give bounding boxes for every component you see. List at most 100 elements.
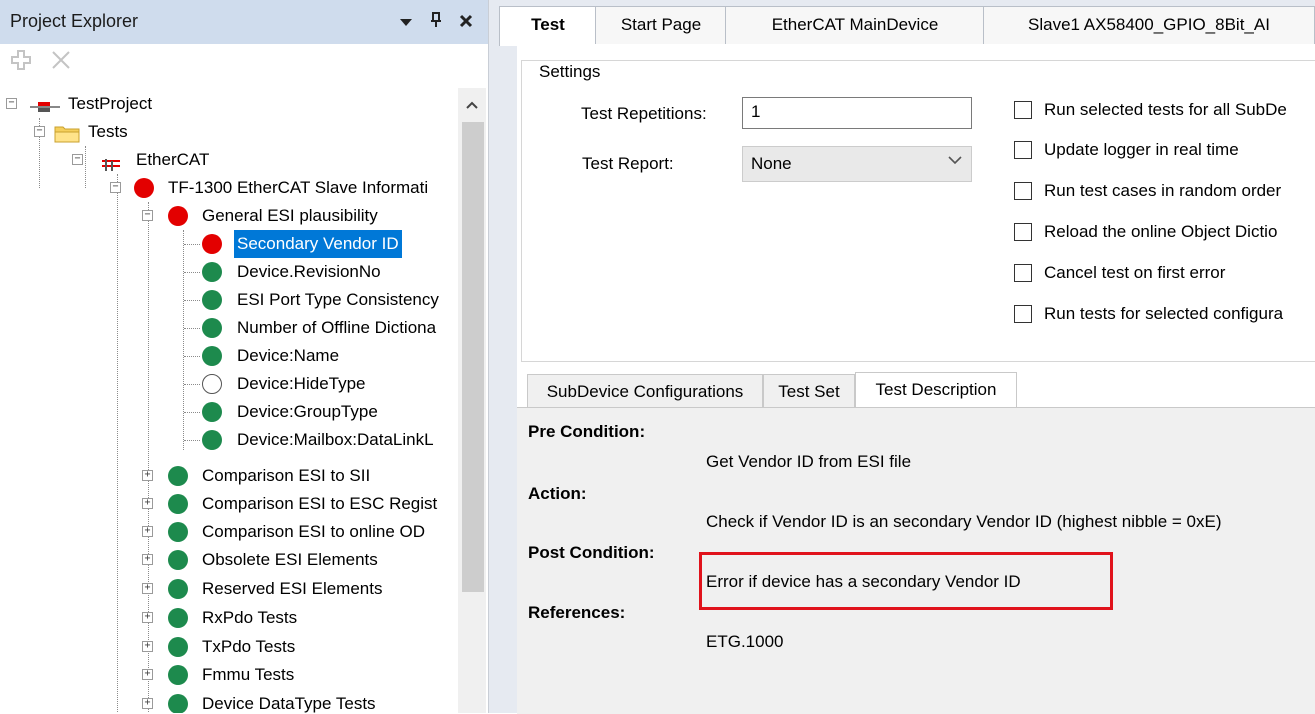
delete-icon[interactable] xyxy=(48,48,74,74)
tab-test-set[interactable]: Test Set xyxy=(763,374,855,408)
status-passed-icon xyxy=(168,522,188,542)
checkbox-update-logger[interactable] xyxy=(1014,141,1032,159)
tree-item-rxpdo[interactable]: + RxPdo Tests xyxy=(0,604,460,632)
collapse-icon[interactable]: − xyxy=(34,126,45,137)
tree-item-label: Device.RevisionNo xyxy=(237,262,381,281)
expand-icon[interactable]: + xyxy=(142,669,153,680)
tree-item-label: Device:Name xyxy=(237,346,340,365)
tree-item-esi-to-sii[interactable]: + Comparison ESI to SII xyxy=(0,462,460,490)
checkbox-label: Run selected tests for all SubDe xyxy=(1044,100,1287,119)
test-repetitions-label: Test Repetitions: xyxy=(581,104,707,123)
expand-icon[interactable]: + xyxy=(142,698,153,709)
status-passed-icon xyxy=(168,665,188,685)
tree-item-esi-to-online-od[interactable]: + Comparison ESI to online OD xyxy=(0,518,460,546)
tree-item-esi-to-esc[interactable]: + Comparison ESI to ESC Regist xyxy=(0,490,460,518)
tree-item-label: TxPdo Tests xyxy=(202,637,296,656)
add-icon[interactable] xyxy=(8,48,34,74)
tree-item-label: Reserved ESI Elements xyxy=(202,579,383,598)
expand-icon[interactable]: + xyxy=(142,612,153,623)
tab-ethercat-maindevice[interactable]: EtherCAT MainDevice xyxy=(725,6,985,44)
scroll-up-icon[interactable] xyxy=(458,92,486,118)
tree-item-testproject[interactable]: − TestProject xyxy=(0,90,460,118)
status-passed-icon xyxy=(202,346,222,366)
checkbox-run-all-subdevices[interactable] xyxy=(1014,101,1032,119)
dropdown-icon[interactable] xyxy=(394,8,418,36)
tree-item-reserved-esi[interactable]: + Reserved ESI Elements xyxy=(0,575,460,603)
checkbox-random-order[interactable] xyxy=(1014,182,1032,200)
status-passed-icon xyxy=(202,402,222,422)
expand-icon[interactable]: + xyxy=(142,641,153,652)
collapse-icon[interactable]: − xyxy=(110,182,121,193)
expand-icon[interactable]: + xyxy=(142,470,153,481)
test-repetitions-input[interactable]: 1 xyxy=(742,97,972,129)
tree-item-label: Device:GroupType xyxy=(237,402,378,421)
status-passed-icon xyxy=(202,318,222,338)
tab-slave1[interactable]: Slave1 AX58400_GPIO_8Bit_AI xyxy=(983,6,1315,44)
tree-item-label: Tests xyxy=(88,122,128,141)
highlight-box xyxy=(699,552,1113,610)
status-passed-icon xyxy=(168,494,188,514)
tree-item-label: Device DataType Tests xyxy=(202,694,376,713)
tree-item-label: Comparison ESI to ESC Regist xyxy=(202,494,438,513)
tree-item-mailbox[interactable]: Device:Mailbox:DataLinkL xyxy=(0,426,460,454)
tree-item-secondary-vendor-id[interactable]: Secondary Vendor ID xyxy=(0,230,460,258)
expand-icon[interactable]: + xyxy=(142,583,153,594)
pre-condition-text: Get Vendor ID from ESI file xyxy=(706,452,912,471)
tab-test-description[interactable]: Test Description xyxy=(855,372,1017,410)
tree-item-ethercat[interactable]: − EtherCAT xyxy=(0,146,460,174)
tree-item-device-name[interactable]: Device:Name xyxy=(0,342,460,370)
tree-item-revisionno[interactable]: Device.RevisionNo xyxy=(0,258,460,286)
tree-item-tf1300[interactable]: − TF-1300 EtherCAT Slave Informati xyxy=(0,174,460,202)
tree-item-general-esi[interactable]: − General ESI plausibility xyxy=(0,202,460,230)
tree-item-label: EtherCAT xyxy=(136,150,210,169)
checkbox-label: Update logger in real time xyxy=(1044,140,1239,159)
tree-item-label: ESI Port Type Consistency xyxy=(237,290,439,309)
tree-item-obsolete-esi[interactable]: + Obsolete ESI Elements xyxy=(0,546,460,574)
pre-condition-label: Pre Condition: xyxy=(528,422,646,441)
tree-item-grouptype[interactable]: Device:GroupType xyxy=(0,398,460,426)
tree-item-hidetype[interactable]: Device:HideType xyxy=(0,370,460,398)
post-condition-label: Post Condition: xyxy=(528,543,655,562)
tree-item-fmmu[interactable]: + Fmmu Tests xyxy=(0,661,460,689)
chevron-down-icon[interactable] xyxy=(948,152,962,168)
test-report-select[interactable]: None xyxy=(742,146,972,182)
pin-icon[interactable] xyxy=(424,8,448,36)
tree-item-label: RxPdo Tests xyxy=(202,608,298,627)
tree-item-port-type[interactable]: ESI Port Type Consistency xyxy=(0,286,460,314)
tree-item-label: Fmmu Tests xyxy=(202,665,295,684)
tab-subdevice-configurations[interactable]: SubDevice Configurations xyxy=(527,374,763,408)
checkbox-label: Cancel test on first error xyxy=(1044,263,1226,282)
tree-item-txpdo[interactable]: + TxPdo Tests xyxy=(0,633,460,661)
tree-item-tests[interactable]: − Tests xyxy=(0,118,460,146)
status-failed-icon xyxy=(134,178,154,198)
status-passed-icon xyxy=(168,694,188,713)
collapse-icon[interactable]: − xyxy=(6,98,17,109)
expand-icon[interactable]: + xyxy=(142,526,153,537)
checkbox-reload-od[interactable] xyxy=(1014,223,1032,241)
tree-item-label: TestProject xyxy=(68,94,153,113)
tab-test[interactable]: Test xyxy=(499,6,597,46)
expand-icon[interactable]: + xyxy=(142,498,153,509)
collapse-icon[interactable]: − xyxy=(142,210,153,221)
status-passed-icon xyxy=(202,262,222,282)
settings-legend: Settings xyxy=(536,62,604,82)
checkbox-label: Reload the online Object Dictio xyxy=(1044,222,1278,241)
tree-item-offline-dictionary[interactable]: Number of Offline Dictiona xyxy=(0,314,460,342)
action-text: Check if Vendor ID is an secondary Vendo… xyxy=(706,512,1222,531)
tree-item-datatype[interactable]: + Device DataType Tests xyxy=(0,690,460,713)
tree-item-label: Obsolete ESI Elements xyxy=(202,550,378,569)
collapse-icon[interactable]: − xyxy=(72,154,83,165)
status-passed-icon xyxy=(168,637,188,657)
tab-start-page[interactable]: Start Page xyxy=(595,6,727,44)
status-failed-icon xyxy=(202,234,222,254)
scrollbar-thumb[interactable] xyxy=(462,122,484,592)
status-passed-icon xyxy=(168,608,188,628)
expand-icon[interactable]: + xyxy=(142,554,153,565)
project-explorer-panel: Project Explorer − TestProject − Tests −… xyxy=(0,0,489,713)
checkbox-selected-configurations[interactable] xyxy=(1014,305,1032,323)
status-not-run-icon xyxy=(202,374,222,394)
checkbox-cancel-first-error[interactable] xyxy=(1014,264,1032,282)
close-icon[interactable] xyxy=(454,8,478,36)
lower-tabbar: SubDevice Configurations Test Set Test D… xyxy=(517,370,1315,410)
status-passed-icon xyxy=(168,466,188,486)
